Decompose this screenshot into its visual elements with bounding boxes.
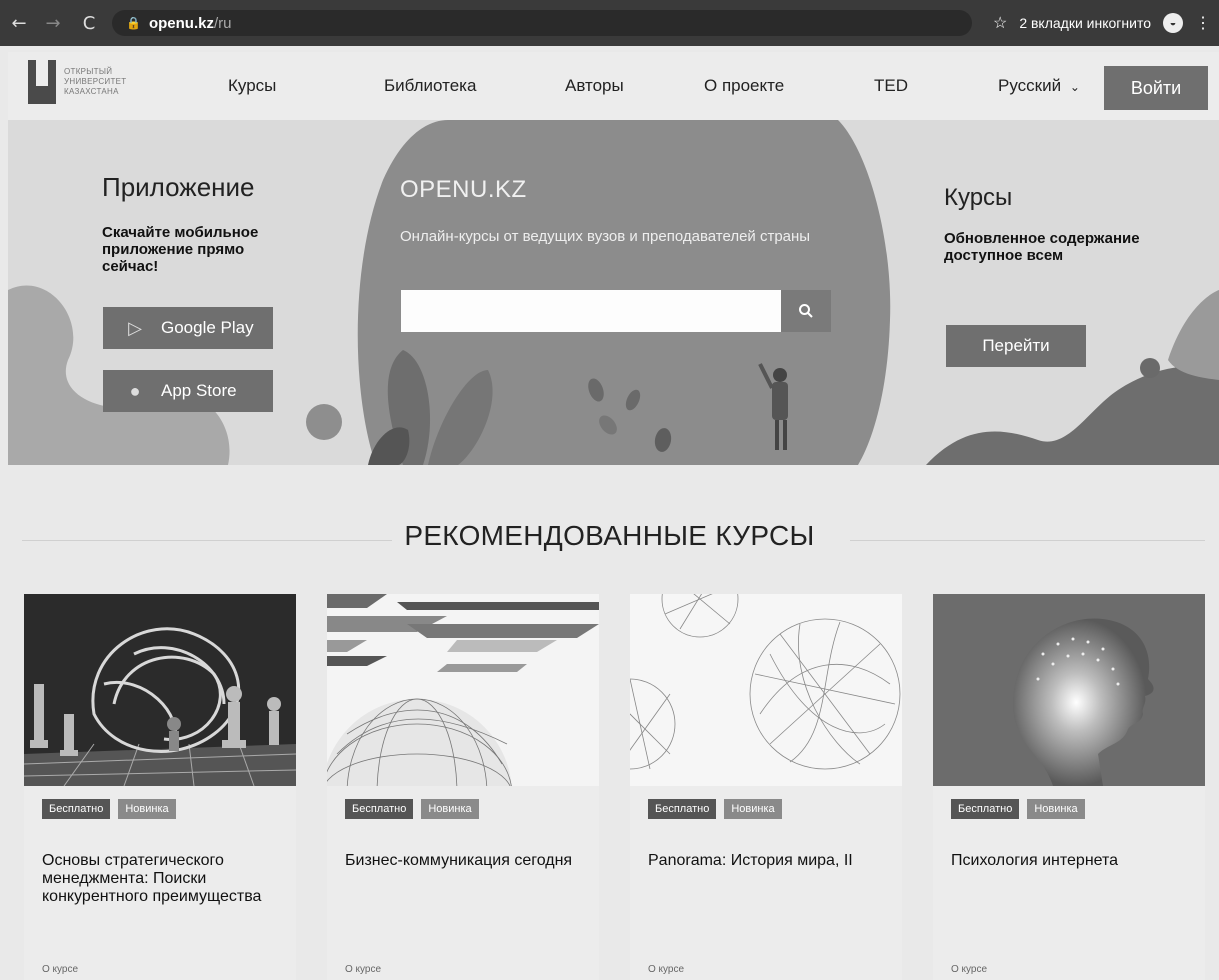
search-input[interactable] bbox=[401, 290, 781, 332]
site-description: Онлайн-курсы от ведущих вузов и преподав… bbox=[400, 228, 811, 245]
course-image-psychology[interactable] bbox=[933, 594, 1205, 786]
course-about-link[interactable]: О курсе bbox=[345, 964, 381, 975]
language-label: Русский bbox=[998, 76, 1062, 95]
badge-free: Бесплатно bbox=[42, 799, 111, 819]
badge-new: Новинка bbox=[421, 799, 479, 819]
nav-library[interactable]: Библиотека bbox=[384, 76, 476, 96]
url-domain: openu.kz bbox=[148, 14, 214, 32]
app-store-button[interactable]: ● App Store bbox=[103, 370, 273, 412]
search-button[interactable] bbox=[781, 290, 831, 332]
course-image-panorama[interactable] bbox=[630, 594, 902, 786]
badge-free: Бесплатно bbox=[648, 799, 717, 819]
course-card[interactable]: Бесплатно Новинка Основы стратегического… bbox=[24, 594, 296, 980]
course-title[interactable]: Бизнес-коммуникация сегодня bbox=[345, 852, 585, 870]
google-play-button[interactable]: ▷ Google Play bbox=[103, 307, 273, 349]
address-bar[interactable]: 🔒 openu.kz/ru bbox=[112, 10, 972, 36]
recommended-title: РЕКОМЕНДОВАННЫЕ КУРСЫ bbox=[404, 520, 815, 551]
hero-banner: Приложение Скачайте мобильное приложение… bbox=[8, 120, 1219, 465]
more-vert-icon[interactable]: ⋮ bbox=[1195, 13, 1211, 33]
logo-text: ОТКРЫТЫЙ УНИВЕРСИТЕТ КАЗАХСТАНА bbox=[64, 67, 127, 96]
badge-free: Бесплатно bbox=[951, 799, 1020, 819]
google-play-icon: ▷ bbox=[128, 317, 142, 338]
app-section-title: Приложение bbox=[102, 172, 255, 202]
lock-icon: 🔒 bbox=[126, 16, 141, 30]
site-title: OPENU.KZ bbox=[400, 176, 527, 203]
google-play-label: Google Play bbox=[161, 318, 254, 337]
reload-icon[interactable]: C bbox=[76, 10, 102, 36]
course-card[interactable]: Бесплатно Новинка Бизнес-коммуникация се… bbox=[327, 594, 599, 980]
course-card[interactable]: Бесплатно Новинка Panorama: История мира… bbox=[630, 594, 902, 980]
star-icon[interactable]: ☆ bbox=[993, 13, 1007, 33]
back-arrow-icon[interactable]: ← bbox=[6, 10, 32, 36]
login-button[interactable]: Войти bbox=[1104, 66, 1208, 110]
nav-authors[interactable]: Авторы bbox=[565, 76, 624, 96]
course-about-link[interactable]: О курсе bbox=[951, 964, 987, 975]
badge-new: Новинка bbox=[118, 799, 176, 819]
course-card[interactable]: Бесплатно Новинка Психология интернета О… bbox=[933, 594, 1205, 980]
nav-about[interactable]: О проекте bbox=[704, 76, 784, 96]
go-to-courses-button[interactable]: Перейти bbox=[946, 325, 1086, 367]
site-header: ОТКРЫТЫЙ УНИВЕРСИТЕТ КАЗАХСТАНА Курсы Би… bbox=[8, 52, 1219, 120]
apple-icon: ● bbox=[129, 380, 141, 401]
course-about-link[interactable]: О курсе bbox=[648, 964, 684, 975]
search-icon bbox=[799, 304, 813, 318]
logo-mark-icon bbox=[28, 60, 58, 104]
browser-toolbar: ← → C 🔒 openu.kz/ru ☆ 2 вкладки инкогнит… bbox=[0, 0, 1219, 46]
incognito-label[interactable]: 2 вкладки инкогнито bbox=[1019, 15, 1151, 31]
url-path: /ru bbox=[213, 14, 232, 32]
language-select[interactable]: Русский ⌄ bbox=[998, 76, 1080, 96]
chevron-down-icon: ⌄ bbox=[1069, 80, 1080, 94]
badge-free: Бесплатно bbox=[345, 799, 414, 819]
course-image-business[interactable] bbox=[327, 594, 599, 786]
course-image-chess[interactable] bbox=[24, 594, 296, 786]
nav-courses[interactable]: Курсы bbox=[228, 76, 276, 96]
badge-new: Новинка bbox=[1027, 799, 1085, 819]
app-store-label: App Store bbox=[161, 381, 237, 400]
course-title[interactable]: Panorama: История мира, II bbox=[648, 852, 888, 870]
course-about-link[interactable]: О курсе bbox=[42, 964, 78, 975]
site-logo[interactable]: ОТКРЫТЫЙ УНИВЕРСИТЕТ КАЗАХСТАНА bbox=[28, 60, 126, 104]
course-title[interactable]: Основы стратегического менеджмента: Поис… bbox=[42, 852, 282, 906]
incognito-icon[interactable]: ◒ bbox=[1163, 13, 1183, 33]
forward-arrow-icon[interactable]: → bbox=[40, 10, 66, 36]
app-section-description: Скачайте мобильное приложение прямо сейч… bbox=[102, 224, 259, 275]
course-title[interactable]: Психология интернета bbox=[951, 852, 1191, 870]
nav-ted[interactable]: TED bbox=[874, 76, 908, 96]
courses-section-title: Курсы bbox=[944, 184, 1013, 211]
badge-new: Новинка bbox=[724, 799, 782, 819]
courses-section-description: Обновленное содержание доступное всем bbox=[944, 230, 1140, 264]
